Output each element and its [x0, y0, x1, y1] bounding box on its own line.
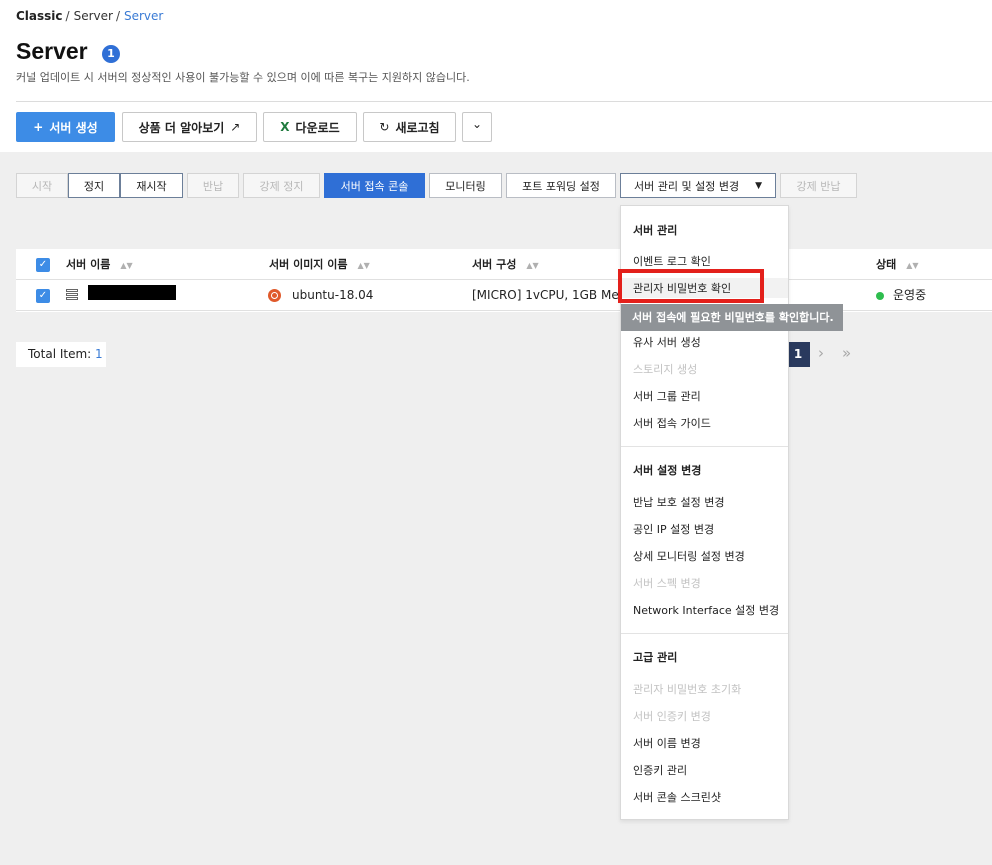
- breadcrumb-server[interactable]: Server: [74, 9, 113, 23]
- column-label: 서버 이미지 이름: [269, 258, 348, 271]
- sort-icon[interactable]: ▲▼: [358, 261, 370, 270]
- table-row[interactable]: ✓ ubuntu-18.04 [MICRO] 1vCPU, 1GB Mem 운영…: [16, 280, 992, 311]
- menu-divider: [621, 446, 788, 447]
- column-image-name[interactable]: 서버 이미지 이름 ▲▼: [269, 249, 370, 280]
- count-badge: 1: [102, 45, 120, 63]
- total-items: Total Item: 1: [16, 342, 106, 367]
- breadcrumb-separator: /: [115, 9, 120, 23]
- server-console-button[interactable]: 서버 접속 콘솔: [324, 173, 425, 198]
- server-spec-cell: [MICRO] 1vCPU, 1GB Mem: [472, 288, 618, 302]
- page-title: Server: [16, 38, 88, 64]
- menu-item-detailed-monitoring[interactable]: 상세 모니터링 설정 변경: [633, 548, 745, 564]
- menu-divider: [621, 633, 788, 634]
- learn-more-label: 상품 더 알아보기: [138, 120, 225, 135]
- refresh-icon: ↻: [379, 120, 390, 134]
- breadcrumb: Classic / Server / Server: [16, 9, 163, 23]
- menu-item-reset-admin-password[interactable]: 관리자 비밀번호 초기화: [633, 681, 741, 697]
- column-label: 상태: [876, 258, 897, 271]
- plus-icon: +: [33, 120, 44, 134]
- status-running-icon: [876, 292, 884, 300]
- server-manage-label: 서버 관리 및 설정 변경: [634, 179, 740, 193]
- refresh-label: 새로고침: [395, 120, 440, 135]
- menu-section-server-manage: 서버 관리: [633, 224, 678, 237]
- page-subtitle: 커널 업데이트 시 서버의 정상적인 사용이 불가능할 수 있으며 이에 따른 …: [16, 71, 470, 84]
- stop-button[interactable]: 정지: [68, 173, 120, 198]
- sort-icon[interactable]: ▲▼: [120, 261, 132, 270]
- download-label: 다운로드: [295, 120, 340, 135]
- column-label: 서버 구성: [472, 258, 517, 271]
- divider: [16, 101, 992, 102]
- last-page-icon[interactable]: »: [842, 344, 851, 362]
- menu-item-change-auth-key[interactable]: 서버 인증키 변경: [633, 708, 711, 724]
- menu-item-return-protection[interactable]: 반납 보호 설정 변경: [633, 494, 724, 510]
- image-name-cell: ubuntu-18.04: [292, 288, 374, 302]
- menu-item-public-ip[interactable]: 공인 IP 설정 변경: [633, 521, 714, 537]
- menu-item-rename-server[interactable]: 서버 이름 변경: [633, 735, 701, 751]
- sort-icon[interactable]: ▲▼: [526, 261, 538, 270]
- row-checkbox[interactable]: ✓: [36, 289, 50, 303]
- create-server-label: 서버 생성: [49, 120, 98, 135]
- column-server-spec[interactable]: 서버 구성 ▲▼: [472, 249, 539, 280]
- port-forwarding-button[interactable]: 포트 포워딩 설정: [506, 173, 616, 198]
- menu-section-server-settings: 서버 설정 변경: [633, 464, 702, 477]
- server-manage-dropdown-button[interactable]: 서버 관리 및 설정 변경 ▼: [620, 173, 776, 198]
- total-count: 1: [95, 347, 103, 361]
- server-table: ✓ 서버 이름 ▲▼ 서버 이미지 이름 ▲▼ 서버 구성 ▲▼ 상태 ▲▼ ✓ ubu…: [16, 249, 992, 312]
- column-server-name[interactable]: 서버 이름 ▲▼: [66, 249, 133, 280]
- restart-button[interactable]: 재시작: [120, 173, 183, 198]
- breadcrumb-separator: /: [65, 9, 70, 23]
- table-header: ✓ 서버 이름 ▲▼ 서버 이미지 이름 ▲▼ 서버 구성 ▲▼ 상태 ▲▼: [16, 249, 992, 280]
- server-icon: [66, 289, 78, 302]
- next-page-icon[interactable]: ›: [818, 344, 824, 362]
- external-link-icon: ↗: [230, 120, 241, 134]
- sort-icon[interactable]: ▲▼: [906, 261, 918, 270]
- create-server-button[interactable]: + 서버 생성: [16, 112, 115, 142]
- menu-item-console-screenshot[interactable]: 서버 콘솔 스크린샷: [633, 789, 721, 805]
- start-button[interactable]: 시작: [16, 173, 68, 198]
- download-button[interactable]: X 다운로드: [263, 112, 357, 142]
- force-return-button[interactable]: 강제 반납: [780, 173, 857, 198]
- menu-tooltip: 서버 접속에 필요한 비밀번호를 확인합니다.: [621, 304, 843, 331]
- ubuntu-icon: [268, 289, 281, 302]
- caret-down-icon: ▼: [755, 180, 762, 191]
- refresh-button[interactable]: ↻ 새로고침: [363, 112, 456, 142]
- select-all-checkbox[interactable]: ✓: [36, 258, 50, 272]
- redacted-server-name: [88, 285, 176, 300]
- menu-section-advanced: 고급 관리: [633, 651, 678, 664]
- menu-item-network-interface[interactable]: Network Interface 설정 변경: [633, 602, 779, 618]
- column-status[interactable]: 상태 ▲▼: [876, 249, 919, 280]
- return-button[interactable]: 반납: [187, 173, 239, 198]
- header-area: Classic / Server / Server Server 1 커널 업데이트 시…: [0, 0, 992, 152]
- breadcrumb-current[interactable]: Server: [124, 9, 163, 23]
- status-cell: 운영중: [893, 288, 927, 302]
- breadcrumb-root[interactable]: Classic: [16, 9, 63, 23]
- menu-item-event-log[interactable]: 이벤트 로그 확인: [633, 253, 711, 269]
- highlight-box: [618, 269, 764, 303]
- chevron-down-icon: ⌄: [471, 117, 483, 131]
- menu-item-server-group[interactable]: 서버 그룹 관리: [633, 388, 701, 404]
- monitoring-button[interactable]: 모니터링: [429, 173, 502, 198]
- menu-item-create-storage[interactable]: 스토리지 생성: [633, 361, 697, 377]
- excel-icon: X: [280, 120, 290, 134]
- column-label: 서버 이름: [66, 258, 111, 271]
- learn-more-button[interactable]: 상품 더 알아보기 ↗: [122, 112, 257, 142]
- force-stop-button[interactable]: 강제 정지: [243, 173, 320, 198]
- menu-item-connect-guide[interactable]: 서버 접속 가이드: [633, 415, 711, 431]
- total-label: Total Item:: [28, 347, 92, 361]
- more-options-button[interactable]: ⌄: [462, 112, 492, 142]
- menu-item-auth-key-manage[interactable]: 인증키 관리: [633, 762, 687, 778]
- menu-item-create-similar-server[interactable]: 유사 서버 생성: [633, 334, 701, 350]
- menu-item-change-spec[interactable]: 서버 스펙 변경: [633, 575, 701, 591]
- page-1-button[interactable]: 1: [786, 342, 810, 367]
